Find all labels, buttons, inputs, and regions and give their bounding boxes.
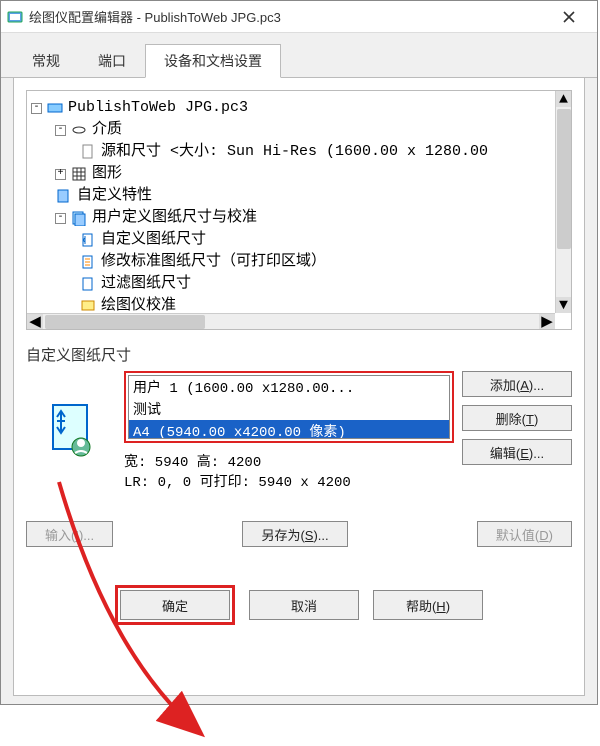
tree-graphics[interactable]: + 图形 bbox=[31, 163, 567, 185]
tree-label: 图形 bbox=[92, 163, 122, 185]
tree-custom-props[interactable]: 自定义特性 bbox=[31, 185, 567, 207]
scroll-right-icon[interactable]: ▶ bbox=[539, 314, 555, 330]
tree-custom-paper-size[interactable]: 自定义图纸尺寸 bbox=[31, 229, 567, 251]
list-item[interactable]: 测试 bbox=[129, 398, 449, 420]
tab-ports[interactable]: 端口 bbox=[79, 44, 145, 78]
tab-device-settings[interactable]: 设备和文档设置 bbox=[145, 44, 281, 78]
custom-paper-section-label: 自定义图纸尺寸 bbox=[26, 344, 572, 365]
tree-label: 用户定义图纸尺寸与校准 bbox=[92, 207, 257, 229]
scroll-up-icon[interactable]: ▲ bbox=[556, 91, 571, 107]
tree-vertical-scrollbar[interactable]: ▲ ▼ bbox=[555, 91, 571, 313]
pattern-icon bbox=[70, 166, 88, 182]
paper-size-icon bbox=[79, 232, 97, 248]
tree-label: 源和尺寸 <大小: Sun Hi-Res (1600.00 x 1280.00 bbox=[101, 141, 488, 163]
paper-printable-area: LR: 0, 0 可打印: 5940 x 4200 bbox=[124, 473, 454, 493]
add-button[interactable]: 添加(A)... bbox=[462, 371, 572, 397]
ellipse-icon bbox=[70, 122, 88, 138]
import-button[interactable]: 输入(I)... bbox=[26, 521, 113, 547]
list-item[interactable]: 用户 1 (1600.00 x1280.00... bbox=[129, 376, 449, 398]
tree-label: 介质 bbox=[92, 119, 122, 141]
plotter-icon bbox=[46, 100, 64, 116]
collapse-icon[interactable]: - bbox=[31, 103, 42, 114]
ok-button-callout: 确定 bbox=[115, 585, 235, 625]
tab-general[interactable]: 常规 bbox=[13, 44, 79, 78]
tree-label: 自定义图纸尺寸 bbox=[101, 229, 206, 251]
props-icon bbox=[55, 188, 73, 204]
save-as-button[interactable]: 另存为(S)... bbox=[242, 521, 347, 547]
app-icon bbox=[7, 9, 23, 25]
window-title: 绘图仪配置编辑器 - PublishToWeb JPG.pc3 bbox=[29, 7, 281, 26]
tree-horizontal-scrollbar[interactable]: ◀ ▶ bbox=[27, 313, 555, 329]
paper-width-height: 宽: 5940 高: 4200 bbox=[124, 453, 454, 473]
paper-size-listbox[interactable]: 用户 1 (1600.00 x1280.00... 测试 A4 (5940.00… bbox=[128, 375, 450, 439]
list-item[interactable]: A4 (5940.00 x4200.00 像素) bbox=[129, 420, 449, 439]
tab-bar: 常规 端口 设备和文档设置 bbox=[1, 33, 597, 78]
titlebar[interactable]: 绘图仪配置编辑器 - PublishToWeb JPG.pc3 bbox=[1, 1, 597, 33]
page-icon bbox=[79, 144, 97, 160]
delete-button[interactable]: 删除(T) bbox=[462, 405, 572, 431]
paper-group-icon bbox=[70, 210, 88, 226]
paper-edit-icon bbox=[79, 254, 97, 270]
defaults-button[interactable]: 默认值(D) bbox=[477, 521, 572, 547]
tree-source-size[interactable]: 源和尺寸 <大小: Sun Hi-Res (1600.00 x 1280.00 bbox=[31, 141, 567, 163]
tree-user-paper[interactable]: - 用户定义图纸尺寸与校准 bbox=[31, 207, 567, 229]
ok-button[interactable]: 确定 bbox=[120, 590, 230, 620]
expand-icon[interactable]: + bbox=[55, 169, 66, 180]
tree-label: 自定义特性 bbox=[77, 185, 152, 207]
filter-icon bbox=[79, 276, 97, 292]
device-settings-panel: - PublishToWeb JPG.pc3 - 介质 源和尺寸 <大小: Su… bbox=[13, 78, 585, 696]
paper-dimensions-readout: 宽: 5940 高: 4200 LR: 0, 0 可打印: 5940 x 420… bbox=[124, 453, 454, 493]
plotter-config-window: 绘图仪配置编辑器 - PublishToWeb JPG.pc3 常规 端口 设备… bbox=[0, 0, 598, 705]
tree-filter-paper[interactable]: 过滤图纸尺寸 bbox=[31, 273, 567, 295]
tree-label: 过滤图纸尺寸 bbox=[101, 273, 191, 295]
tree-label: 修改标准图纸尺寸（可打印区域） bbox=[101, 251, 326, 273]
collapse-icon[interactable]: - bbox=[55, 213, 66, 224]
tree-media[interactable]: - 介质 bbox=[31, 119, 567, 141]
scroll-down-icon[interactable]: ▼ bbox=[556, 297, 571, 313]
settings-tree[interactable]: - PublishToWeb JPG.pc3 - 介质 源和尺寸 <大小: Su… bbox=[26, 90, 572, 330]
help-button[interactable]: 帮助(H) bbox=[373, 590, 483, 620]
tree-root[interactable]: - PublishToWeb JPG.pc3 bbox=[31, 97, 567, 119]
cancel-button[interactable]: 取消 bbox=[249, 590, 359, 620]
tree-modify-std[interactable]: 修改标准图纸尺寸（可打印区域） bbox=[31, 251, 567, 273]
close-icon[interactable] bbox=[547, 2, 591, 32]
paper-size-graphic bbox=[26, 371, 116, 493]
paper-size-listbox-callout: 用户 1 (1600.00 x1280.00... 测试 A4 (5940.00… bbox=[124, 371, 454, 443]
calibration-icon bbox=[79, 298, 97, 314]
scroll-left-icon[interactable]: ◀ bbox=[27, 314, 43, 330]
edit-button[interactable]: 编辑(E)... bbox=[462, 439, 572, 465]
tree-label: PublishToWeb JPG.pc3 bbox=[68, 97, 248, 119]
collapse-icon[interactable]: - bbox=[55, 125, 66, 136]
